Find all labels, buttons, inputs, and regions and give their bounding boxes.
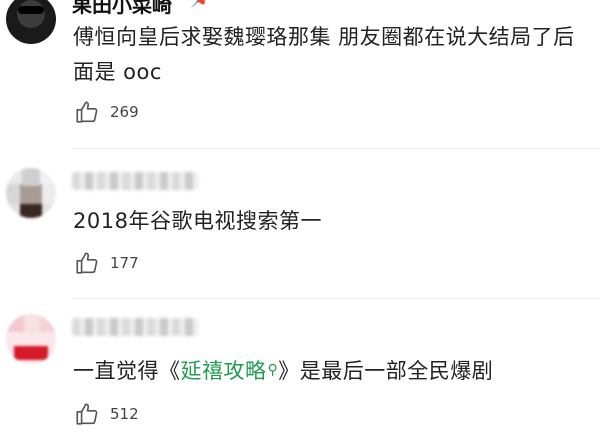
divider (72, 148, 600, 149)
avatar[interactable] (6, 314, 56, 364)
like-count: 269 (110, 103, 139, 121)
like-count: 177 (110, 254, 139, 272)
thumbs-up-icon (76, 252, 98, 274)
search-icon: ⚲ (267, 362, 279, 378)
like-button[interactable]: 269 (74, 98, 139, 126)
comment-text: 2018年谷歌电视搜索第一 (73, 209, 322, 233)
username[interactable] (72, 318, 198, 336)
like-count: 512 (110, 405, 139, 423)
comment-text-prefix: 一直觉得《 (73, 359, 181, 383)
avatar[interactable] (6, 0, 56, 44)
divider (72, 298, 600, 299)
avatar[interactable] (6, 168, 56, 218)
badge-icon: 📌 (190, 0, 212, 9)
comment-text-suffix: 》是最后一部全民爆剧 (278, 359, 494, 383)
search-link-label: 延禧攻略 (180, 359, 267, 383)
username[interactable] (72, 172, 198, 190)
thumbs-up-icon (76, 403, 98, 425)
thumbs-up-icon (76, 101, 98, 123)
like-button[interactable]: 177 (74, 249, 139, 277)
comment-text: 一直觉得《延禧攻略⚲》是最后一部全民爆剧 (73, 353, 588, 389)
username[interactable]: 果田小菜崎 (72, 0, 172, 18)
comment-text: 傅恒向皇后求娶魏璎珞那集 朋友圈都在说大结局了后面是 ooc (73, 25, 575, 84)
like-button[interactable]: 512 (74, 400, 139, 428)
search-link[interactable]: 延禧攻略⚲ (181, 359, 279, 383)
